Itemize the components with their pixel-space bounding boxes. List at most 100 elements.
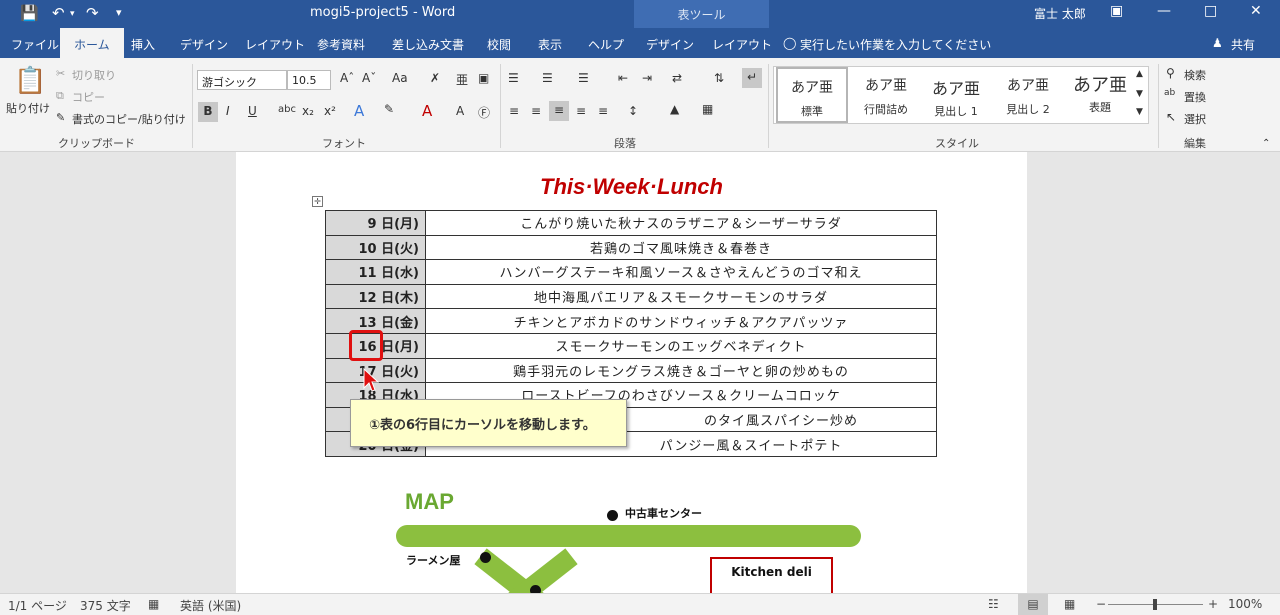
style-normal[interactable]: あア亜 標準 — [776, 67, 848, 123]
font-size-select[interactable]: 10.5 — [287, 70, 331, 90]
ribbon-display-icon[interactable]: ▣ — [1110, 3, 1123, 19]
sort-icon[interactable]: ⇅ — [714, 71, 724, 85]
zoom-level[interactable]: 100% — [1228, 597, 1262, 611]
bold-icon[interactable]: B — [198, 102, 218, 122]
enclose-char-icon[interactable]: Ⓕ — [478, 104, 490, 121]
copy-icon[interactable]: ⧉ — [56, 89, 64, 103]
bullets-icon[interactable]: ☰ — [508, 71, 519, 85]
select-button[interactable]: 選択 — [1184, 111, 1206, 127]
tab-table-design[interactable]: デザイン — [646, 36, 694, 53]
collapse-ribbon-icon[interactable]: ⌃ — [1262, 138, 1270, 149]
page-count[interactable]: 1/1 ページ — [8, 597, 67, 614]
user-name[interactable]: 富士 太郎 — [1034, 5, 1086, 22]
tab-design[interactable]: デザイン — [180, 36, 228, 53]
document-page[interactable]: This·Week·Lunch ✛ 9 日(月) こんがり焼いた秋ナスのラザニア＆… — [236, 152, 1027, 615]
tab-mailings[interactable]: 差し込み文書 — [392, 36, 464, 53]
increase-indent-icon[interactable]: ⇥ — [642, 71, 652, 85]
tab-file[interactable]: ファイル — [11, 36, 59, 53]
gallery-down-icon[interactable]: ▼ — [1136, 89, 1143, 99]
numbering-icon[interactable]: ☰ — [542, 71, 553, 85]
shrink-font-icon[interactable]: Aˇ — [362, 71, 376, 85]
style-no-spacing[interactable]: あア亜 行間詰め — [850, 67, 922, 123]
multilevel-list-icon[interactable]: ☰ — [578, 71, 589, 85]
font-name-select[interactable]: 游ゴシック — [197, 70, 287, 90]
format-painter-icon[interactable]: ✎ — [56, 111, 65, 124]
style-heading-2[interactable]: あア亜 見出し 2 — [992, 67, 1064, 123]
menu-cell[interactable]: チキンとアボカドのサンドウィッチ＆アクアパッツァ — [425, 308, 937, 334]
menu-cell[interactable]: 若鶏のゴマ風味焼き＆春巻き — [425, 234, 937, 261]
paste-button[interactable]: 貼り付け — [6, 100, 50, 116]
undo-icon[interactable]: ↶ — [52, 4, 65, 22]
copy-button[interactable]: コピー — [72, 89, 105, 105]
tab-review[interactable]: 校閲 — [487, 36, 511, 53]
close-icon[interactable]: ✕ — [1250, 3, 1262, 19]
tab-table-layout[interactable]: レイアウト — [712, 36, 772, 53]
tab-references[interactable]: 参考資料 — [317, 36, 365, 53]
decrease-indent-icon[interactable]: ⇤ — [618, 71, 628, 85]
menu-cell[interactable]: ハンバーグステーキ和風ソース＆さやえんどうのゴマ和え — [425, 259, 937, 285]
tab-insert[interactable]: 挿入 — [131, 36, 155, 53]
gallery-more-icon[interactable]: ▼ — [1136, 107, 1143, 117]
cut-icon[interactable]: ✂ — [56, 67, 65, 80]
menu-cell[interactable]: 地中海風パエリア＆スモークサーモンのサラダ — [425, 283, 937, 310]
text-direction-icon[interactable]: ⇄ — [672, 71, 682, 85]
share-icon[interactable]: ♟ — [1212, 36, 1223, 50]
format-painter-button[interactable]: 書式のコピー/貼り付け — [72, 111, 186, 127]
date-cell[interactable]: 10 日(火) — [325, 234, 426, 261]
style-title[interactable]: あア亜 表題 — [1064, 67, 1136, 123]
borders-icon[interactable]: ▦ — [702, 102, 713, 116]
cut-button[interactable]: 切り取り — [72, 67, 116, 83]
font-color-icon[interactable]: A — [422, 102, 432, 120]
shading-icon[interactable]: ▲ — [670, 102, 679, 116]
tab-home[interactable]: ホーム — [60, 28, 124, 58]
date-cell[interactable]: 11 日(水) — [325, 259, 426, 285]
search-icon[interactable]: ⚲ — [1166, 66, 1175, 80]
table-move-handle-icon[interactable]: ✛ — [312, 196, 323, 207]
replace-icon[interactable]: ab — [1164, 88, 1175, 98]
language-indicator[interactable]: 英語 (米国) — [180, 597, 241, 614]
menu-cell[interactable]: こんがり焼いた秋ナスのラザニア＆シーザーサラダ — [425, 210, 937, 236]
char-border-icon[interactable]: ▣ — [478, 71, 489, 85]
underline-icon[interactable]: U — [248, 104, 257, 118]
grow-font-icon[interactable]: Aˆ — [340, 71, 354, 85]
undo-dropdown-icon[interactable]: ▾ — [70, 9, 75, 19]
menu-cell[interactable]: 鶏手羽元のレモングラス焼き＆ゴーヤと卵の炒めもの — [425, 357, 937, 384]
word-count[interactable]: 375 文字 — [80, 597, 131, 614]
highlight-icon[interactable]: ✎ — [384, 102, 394, 116]
tell-me-box[interactable]: 実行したい作業を入力してください — [800, 36, 991, 53]
tab-layout[interactable]: レイアウト — [245, 36, 305, 53]
char-shading-icon[interactable]: A — [456, 104, 464, 118]
web-layout-icon[interactable]: ▦ — [1064, 597, 1075, 611]
select-icon[interactable]: ↖ — [1166, 110, 1176, 124]
paste-icon[interactable]: 📋 — [14, 66, 46, 96]
align-right-icon[interactable]: ≡ — [549, 101, 569, 121]
minimize-icon[interactable]: — — [1157, 3, 1171, 19]
clear-format-icon[interactable]: ✗ — [430, 71, 440, 85]
print-layout-icon[interactable]: ▤ — [1018, 594, 1048, 615]
menu-cell[interactable]: スモークサーモンのエッグベネディクト — [425, 332, 937, 359]
maximize-icon[interactable]: □ — [1204, 3, 1217, 19]
find-button[interactable]: 検索 — [1184, 67, 1206, 83]
justify-icon[interactable]: ≡ — [576, 104, 586, 118]
align-center-icon[interactable]: ≡ — [531, 104, 541, 118]
align-left-icon[interactable]: ≡ — [509, 104, 519, 118]
date-cell[interactable]: 12 日(木) — [325, 283, 426, 310]
read-mode-icon[interactable]: ☷ — [988, 597, 999, 611]
text-effects-icon[interactable]: A — [354, 102, 364, 120]
distributed-icon[interactable]: ≡ — [598, 104, 608, 118]
tab-view[interactable]: 表示 — [538, 36, 562, 53]
zoom-in-icon[interactable]: + — [1208, 597, 1218, 611]
date-cell[interactable]: 9 日(月) — [325, 210, 426, 236]
italic-icon[interactable]: I — [226, 104, 230, 118]
share-button[interactable]: 共有 — [1231, 36, 1255, 53]
style-heading-1[interactable]: あア亜 見出し 1 — [920, 67, 992, 123]
change-case-icon[interactable]: Aa — [392, 71, 408, 85]
redo-icon[interactable]: ↷ — [86, 4, 99, 22]
save-icon[interactable]: 💾 — [20, 4, 39, 22]
phonetic-guide-icon[interactable]: 亜 — [456, 71, 468, 88]
tab-help[interactable]: ヘルプ — [588, 36, 624, 53]
superscript-icon[interactable]: x² — [324, 104, 336, 118]
subscript-icon[interactable]: x₂ — [302, 104, 314, 118]
customize-qat-icon[interactable]: ▾ — [116, 6, 122, 19]
line-spacing-icon[interactable]: ↕ — [628, 104, 638, 118]
